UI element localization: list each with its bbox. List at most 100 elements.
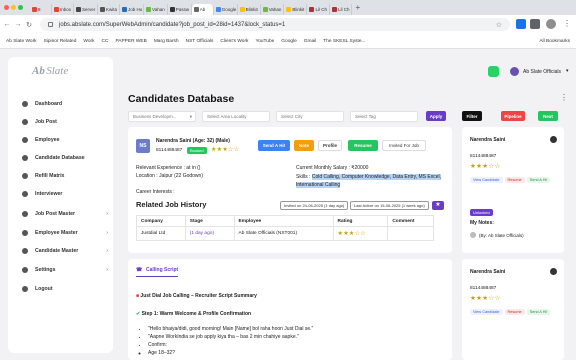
summary-action-button[interactable]: Resume (504, 309, 525, 315)
bookmark-item[interactable]: PAPPER WEB (115, 39, 146, 44)
bookmark-item[interactable]: Ab Slate Work (6, 39, 37, 44)
tab-label: Vahan (152, 7, 165, 12)
user-avatar[interactable] (510, 67, 519, 76)
page-options-icon[interactable]: ⋮ (560, 93, 568, 102)
browser-tab[interactable]: Passw (168, 4, 192, 15)
bookmark-item[interactable]: The SKESL Syste... (323, 39, 365, 44)
table-row: Justdial Ltd (1 day ago) Ab Slate Official… (136, 226, 434, 241)
sidebar-item-job-post[interactable]: Job Post (22, 117, 112, 127)
browser-tab[interactable]: Ab (191, 4, 214, 15)
summary-action-button[interactable]: Resume (504, 177, 525, 183)
close-window-button[interactable] (4, 5, 9, 10)
bookmark-item[interactable]: CC (102, 39, 109, 44)
browser-tab[interactable]: Lil Ch (330, 4, 353, 15)
browser-tab[interactable]: Server (74, 4, 99, 15)
summary-action-button[interactable]: View Candidate (470, 177, 503, 183)
sidebar-item-refill-matrix[interactable]: Refill Matrix (22, 171, 112, 181)
bookmark-item[interactable]: YouTube (255, 39, 274, 44)
url-field[interactable]: jobs.abslate.com/SuperWebAdmin/candidate… (40, 18, 510, 31)
sidebar-item-employee-master[interactable]: Employee Master › (22, 228, 112, 238)
calling-script-tab[interactable]: ☎ Calling Script (136, 267, 179, 277)
sidebar-item-candidate-database[interactable]: Candidate Database (22, 153, 112, 163)
bookmark-item[interactable]: NST Officials (186, 39, 214, 44)
clipboard-icon: ■ (136, 293, 140, 299)
sidebar-item-interviewer[interactable]: Interviewer (22, 189, 112, 199)
extension-icon[interactable] (516, 19, 526, 29)
extensions-puzzle-icon[interactable] (530, 19, 540, 29)
bookmark-item[interactable]: Client's Work (220, 39, 248, 44)
browser-tab[interactable]: Vahan (144, 4, 168, 15)
browser-tab[interactable]: Lil Ch (307, 4, 330, 15)
forward-icon[interactable]: → (14, 21, 22, 28)
favorite-star-button[interactable]: ★ (432, 201, 444, 210)
browser-tab[interactable]: 8 (30, 4, 52, 15)
summary-actions: View Candidate Resume Send A Hi! (470, 309, 552, 315)
profile-avatar-icon[interactable] (546, 19, 556, 29)
sidebar-item-employee[interactable]: Employee (22, 135, 112, 145)
all-bookmarks-link[interactable]: All Bookmarks (539, 39, 570, 44)
back-icon[interactable]: ← (3, 21, 11, 28)
summary-action-button[interactable]: Send A Hi! (526, 309, 551, 315)
bookmark-star-icon[interactable]: ☆ (496, 21, 502, 29)
browser-tab[interactable]: Job Ho (120, 4, 145, 15)
whatsapp-icon[interactable] (488, 66, 499, 77)
site-info-icon[interactable] (48, 22, 53, 27)
chevron-right-icon: › (106, 267, 108, 273)
note-button[interactable]: Note (294, 140, 314, 151)
sidebar-item-label: Refill Matrix (35, 173, 65, 179)
sidebar-item-label: Interviewer (35, 191, 63, 197)
summary-action-button[interactable]: Send A Hi! (526, 177, 551, 183)
tab-favicon-icon (193, 7, 199, 12)
browser-tab[interactable]: Kwita (98, 4, 121, 15)
sidebar-item-dashboard[interactable]: Dashboard (22, 99, 112, 109)
sidebar-item-candidate-master[interactable]: Candidate Master › (22, 246, 112, 256)
browser-tab[interactable]: Vahan (261, 4, 285, 15)
script-step1: ✔ Step 1: Warm Welcome & Profile Confirm… (136, 311, 251, 317)
browser-tab[interactable]: Inbox (52, 4, 75, 15)
summary-name[interactable]: Narendra Saini (470, 137, 505, 143)
invited-for-job-button[interactable]: Invited For Job (382, 140, 426, 151)
pipeline-button[interactable]: Pipeline (501, 111, 525, 121)
browser-tab[interactable]: Google (214, 4, 238, 15)
new-tab-button[interactable]: + (355, 3, 360, 12)
summary-name[interactable]: Narendra Saini (470, 269, 505, 275)
tag-select[interactable]: Select Tag (350, 111, 418, 122)
sidebar-item-logout[interactable]: Logout (22, 284, 112, 294)
tab-favicon-icon (239, 7, 245, 12)
browser-tab[interactable]: Blinkit (238, 4, 261, 15)
minimize-window-button[interactable] (11, 5, 16, 10)
script-title: ■ Just Dial Job Calling – Recruiter Scri… (136, 293, 257, 299)
summary-action-button[interactable]: View Candidate (470, 309, 503, 315)
summary-rating-stars[interactable]: ★★★☆☆ (470, 162, 501, 170)
bookmark-item[interactable]: Marg Barsh (154, 39, 179, 44)
user-name[interactable]: Ab Slate Officials (523, 69, 561, 75)
send-hi-button[interactable]: Send A Hi! (258, 140, 290, 151)
bookmark-item[interactable]: Gmail (304, 39, 317, 44)
user-menu-chevron-icon[interactable]: ▾ (566, 68, 569, 74)
maximize-window-button[interactable] (18, 5, 23, 10)
sidebar-item-job-post-master[interactable]: Job Post Master › (22, 209, 112, 219)
browser-tab[interactable]: Blinkit (284, 4, 308, 15)
next-button[interactable]: Next (538, 111, 558, 121)
resume-button[interactable]: Resume (348, 140, 378, 151)
candidate-rating-stars[interactable]: ★★★☆☆ (211, 146, 239, 153)
summary-rating-stars[interactable]: ★★★☆☆ (470, 294, 501, 302)
reload-icon[interactable]: ↻ (25, 21, 33, 29)
business-development-select[interactable]: Business Developm... ▾ (128, 111, 196, 122)
profile-button[interactable]: Profile (318, 140, 342, 151)
note-avatar (470, 232, 476, 238)
skills-selected-text[interactable]: Cold Calling, Computer Knowledge, Data E… (296, 174, 441, 188)
city-select[interactable]: Select City (276, 111, 344, 122)
apply-button[interactable]: Apply (426, 111, 446, 121)
bookmark-item[interactable]: Sipinor Related (44, 39, 77, 44)
locality-select[interactable]: Select Area Locality (202, 111, 270, 122)
browser-menu-icon[interactable]: ⋮ (563, 19, 571, 28)
sidebar-item-label: Settings (35, 267, 56, 273)
script-title-text: Just Dial Job Calling – Recruiter Script… (140, 293, 257, 299)
filter-button[interactable]: Filter (462, 111, 482, 121)
candidate-name[interactable]: Narendra Saini (Age: 32) (Male) (156, 138, 230, 144)
tab-label: Google (221, 7, 237, 12)
sidebar-item-settings[interactable]: Settings › (22, 265, 112, 275)
bookmark-item[interactable]: Google (281, 39, 296, 44)
bookmark-item[interactable]: Work (83, 39, 94, 44)
